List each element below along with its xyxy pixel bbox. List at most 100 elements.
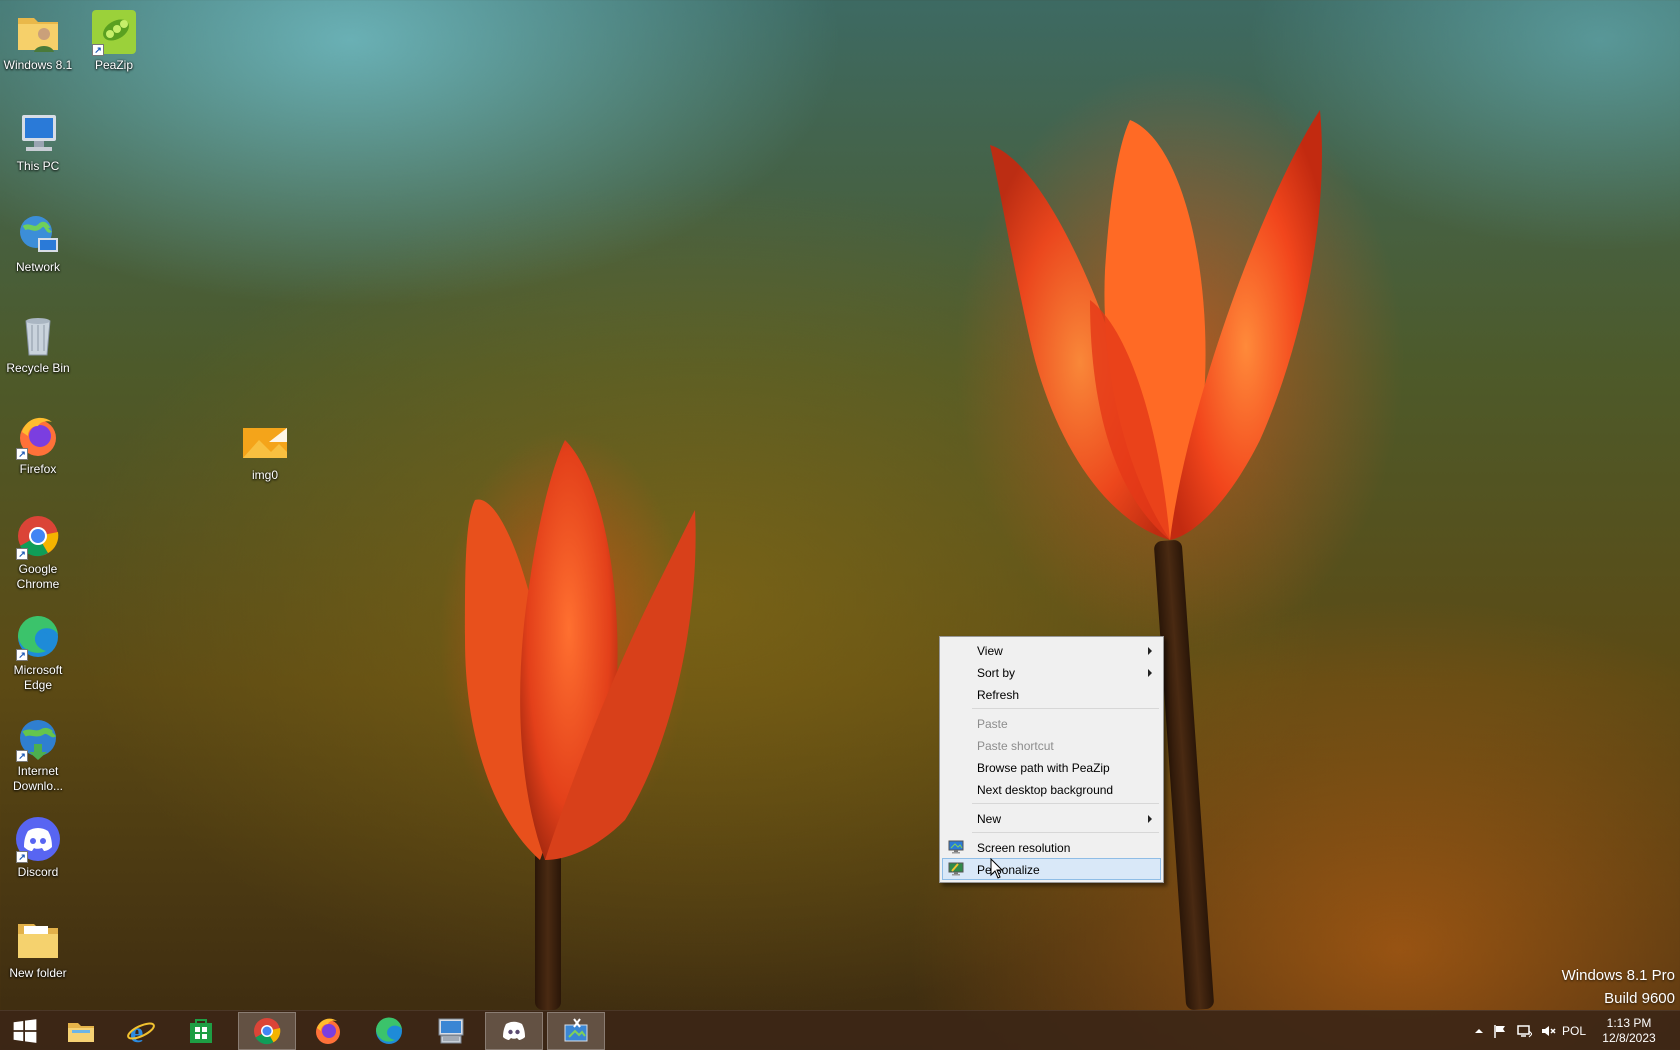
desktop-icon-label: Internet Downlo...: [12, 764, 64, 793]
menu-item-new[interactable]: New: [942, 807, 1161, 829]
personalize-icon: [948, 862, 964, 876]
taskbar-chrome[interactable]: [238, 1012, 296, 1050]
display-icon: [948, 840, 964, 854]
mouse-cursor-icon: [990, 858, 1004, 879]
internet-explorer-icon: e: [127, 1016, 155, 1047]
shortcut-arrow-icon: ↗: [16, 548, 28, 560]
menu-item-label: Paste: [977, 717, 1008, 731]
taskbar-internet-explorer[interactable]: e: [112, 1012, 170, 1050]
start-icon: [13, 1019, 37, 1043]
menu-item-browse-peazip[interactable]: Browse path with PeaZip: [942, 756, 1161, 778]
desktop-icon-label: Google Chrome: [16, 562, 60, 591]
taskbar-file-explorer[interactable]: [52, 1012, 110, 1050]
menu-item-label: Next desktop background: [977, 783, 1114, 797]
desktop-icon-label: Network: [15, 260, 60, 274]
image-file-icon: [241, 418, 289, 466]
taskbar-firefox[interactable]: [299, 1012, 357, 1050]
chevron-up-icon: [1475, 1029, 1483, 1033]
flag-icon: [1494, 1025, 1505, 1038]
submenu-arrow-icon: [1148, 815, 1152, 823]
desktop-icon-windows81[interactable]: Windows 8.1: [0, 8, 76, 73]
desktop-icon-this-pc[interactable]: This PC: [0, 109, 76, 174]
menu-item-refresh[interactable]: Refresh: [942, 683, 1161, 705]
shortcut-arrow-icon: ↗: [16, 649, 28, 661]
menu-item-label: Personalize: [977, 863, 1040, 877]
network-icon: [1517, 1025, 1533, 1038]
desktop-icon-img0[interactable]: img0: [227, 418, 303, 483]
desktop-icon-label: img0: [251, 468, 278, 482]
menu-item-sort-by[interactable]: Sort by: [942, 661, 1161, 683]
shortcut-arrow-icon: ↗: [16, 750, 28, 762]
this-pc-icon: [14, 109, 62, 157]
edge-icon: [375, 1017, 402, 1044]
remote-desktop-icon: [438, 1018, 464, 1044]
menu-item-label: Browse path with PeaZip: [977, 761, 1110, 775]
discord-icon: ↗: [14, 815, 62, 863]
menu-item-label: Paste shortcut: [977, 739, 1054, 753]
desktop-icon-network[interactable]: Network: [0, 210, 76, 275]
menu-separator: [972, 832, 1159, 833]
menu-item-paste-shortcut: Paste shortcut: [942, 734, 1161, 756]
folder-user-icon: [14, 8, 62, 56]
desktop-icon-recycle-bin[interactable]: Recycle Bin: [0, 311, 76, 376]
desktop-icon-firefox[interactable]: ↗ Firefox: [0, 412, 76, 477]
shortcut-arrow-icon: ↗: [92, 44, 104, 56]
desktop-icon-label: This PC: [16, 159, 60, 173]
menu-item-screen-resolution[interactable]: Screen resolution: [942, 836, 1161, 858]
show-hidden-icons-button[interactable]: [1474, 1025, 1484, 1035]
desktop-icon-label: Firefox: [19, 462, 57, 476]
menu-item-view[interactable]: View: [942, 639, 1161, 661]
taskbar-discord[interactable]: [485, 1012, 543, 1050]
menu-item-label: View: [977, 644, 1003, 658]
menu-item-paste: Paste: [942, 712, 1161, 734]
network-icon: [14, 210, 62, 258]
store-icon: [190, 1019, 212, 1043]
desktop-icon-label: Discord: [17, 865, 59, 879]
system-tray: POL 1:13 PM 12/8/2023: [1450, 1011, 1680, 1050]
menu-item-personalize[interactable]: Personalize: [942, 858, 1161, 880]
menu-item-label: Refresh: [977, 688, 1020, 702]
language-indicator[interactable]: POL: [1562, 1024, 1586, 1038]
desktop-icon-new-folder[interactable]: New folder: [0, 916, 76, 981]
desktop-icon-google-chrome[interactable]: ↗ Google Chrome: [0, 512, 76, 592]
peazip-icon: ↗: [90, 8, 138, 56]
clock-time: 1:13 PM: [1606, 1016, 1652, 1030]
clock-date: 12/8/2023: [1602, 1031, 1656, 1045]
taskbar-store[interactable]: [172, 1012, 230, 1050]
firefox-icon: [316, 1018, 340, 1044]
menu-separator: [972, 803, 1159, 804]
taskbar-snipping-tool[interactable]: [547, 1012, 605, 1050]
desktop-icon-internet-download-manager[interactable]: ↗ Internet Downlo...: [0, 714, 76, 794]
desktop-icon-peazip[interactable]: ↗ PeaZip: [76, 8, 152, 73]
action-center-button[interactable]: [1492, 1023, 1508, 1039]
desktop-icon-microsoft-edge[interactable]: ↗ Microsoft Edge: [0, 613, 76, 693]
shortcut-arrow-icon: ↗: [16, 851, 28, 863]
desktop-icon-discord[interactable]: ↗ Discord: [0, 815, 76, 880]
desktop-icon-label: Windows 8.1: [3, 58, 73, 72]
submenu-arrow-icon: [1148, 647, 1152, 655]
wallpaper-tulip-left: [465, 440, 696, 860]
menu-item-next-background[interactable]: Next desktop background: [942, 778, 1161, 800]
windows-watermark: Windows 8.1 Pro Build 9600: [1562, 964, 1675, 1010]
wallpaper-tulip-right: [990, 110, 1322, 540]
file-explorer-icon: [68, 1023, 94, 1042]
edge-icon: ↗: [14, 613, 62, 661]
start-button[interactable]: [0, 1012, 50, 1050]
taskbar-remote-desktop[interactable]: [422, 1012, 480, 1050]
desktop-icon-label: Microsoft Edge: [13, 663, 63, 692]
network-status-button[interactable]: [1516, 1023, 1533, 1039]
wallpaper-stem-left: [535, 850, 561, 1010]
snipping-tool-icon: [564, 1018, 588, 1042]
volume-button[interactable]: [1540, 1023, 1556, 1039]
firefox-icon: ↗: [14, 412, 62, 460]
menu-item-label: Sort by: [977, 666, 1016, 680]
desktop-icon-label: PeaZip: [94, 58, 134, 72]
clock[interactable]: 1:13 PM 12/8/2023: [1594, 1016, 1664, 1046]
desktop-context-menu: View Sort by Refresh Paste Paste shortcu…: [939, 636, 1164, 883]
chrome-icon: [254, 1018, 281, 1045]
taskbar: e POL 1:13 PM 12/8/2023: [0, 1010, 1680, 1050]
menu-item-label: Screen resolution: [977, 841, 1071, 855]
menu-separator: [972, 708, 1159, 709]
idm-icon: ↗: [14, 714, 62, 762]
taskbar-edge[interactable]: [360, 1012, 418, 1050]
